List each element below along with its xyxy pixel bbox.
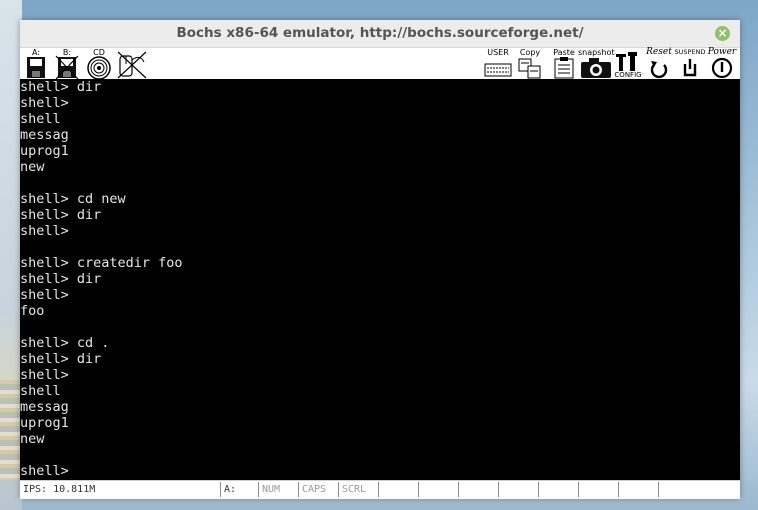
- terminal-line: new: [20, 431, 45, 447]
- toolbar: A: B: CD USER Copy Paste snapshot CONFIG…: [20, 48, 740, 80]
- suspend-button[interactable]: SUSPEND: [674, 48, 706, 80]
- terminal-line: messag: [20, 127, 69, 143]
- snapshot-button[interactable]: snapshot: [578, 48, 615, 80]
- config-button[interactable]: CONFIG: [614, 48, 642, 80]
- user-button[interactable]: USER: [482, 48, 514, 80]
- terminal-line: shell> createdir foo: [20, 255, 183, 271]
- terminal-line: uprog1: [20, 415, 69, 431]
- status-slot: [618, 482, 658, 497]
- terminal-line: foo: [20, 303, 45, 319]
- terminal-line: shell>: [20, 287, 69, 303]
- terminal-line: shell> dir: [20, 79, 102, 95]
- mouse-icon: [117, 51, 147, 79]
- num-lock-indicator: NUM: [258, 482, 298, 497]
- terminal-line: shell: [20, 383, 61, 399]
- ips-indicator: IPS: 10.811M: [23, 484, 96, 495]
- terminal-line: messag: [20, 399, 69, 415]
- cdrom-icon: [87, 56, 111, 80]
- terminal-line: shell> cd new: [20, 191, 126, 207]
- terminal-line: shell: [20, 111, 61, 127]
- floppy-a-button[interactable]: A:: [24, 48, 48, 80]
- terminal-line: new: [20, 159, 45, 175]
- status-bar: IPS: 10.811M A: NUM CAPS SCRL: [20, 480, 740, 499]
- terminal-line: shell> dir: [20, 351, 102, 367]
- terminal-line: shell>: [20, 223, 69, 239]
- status-slot: [378, 482, 418, 497]
- drive-indicator: A:: [220, 482, 258, 497]
- status-slot: [578, 482, 618, 497]
- reset-icon: [650, 61, 668, 79]
- suspend-icon: [683, 59, 697, 77]
- terminal-output: shell> dir shell> shell messag uprog1 new shel…: [20, 79, 740, 479]
- terminal-line: shell>: [20, 463, 69, 479]
- floppy-a-icon: [27, 57, 45, 78]
- terminal-line: shell> dir: [20, 271, 102, 287]
- terminal-line: uprog1: [20, 143, 69, 159]
- desktop-glitch-strip: [0, 380, 20, 480]
- cdrom-button[interactable]: CD: [86, 48, 112, 80]
- paste-icon: [554, 57, 574, 79]
- terminal-line: shell>: [20, 95, 69, 111]
- camera-icon: [581, 58, 611, 78]
- terminal-line: shell> dir: [20, 207, 102, 223]
- close-button[interactable]: ×: [715, 26, 730, 41]
- status-slot: [458, 482, 498, 497]
- paste-button[interactable]: Paste: [550, 48, 578, 80]
- status-slot: [418, 482, 458, 497]
- reset-button[interactable]: Reset: [644, 48, 674, 80]
- bochs-window: Bochs x86-64 emulator, http://bochs.sour…: [20, 20, 740, 499]
- status-slot: [538, 482, 578, 497]
- power-icon: [711, 57, 733, 79]
- mouse-capture-button[interactable]: [116, 48, 148, 80]
- emulator-screen[interactable]: shell> dir shell> shell messag uprog1 new shel…: [20, 79, 740, 480]
- floppy-b-button[interactable]: B:: [54, 48, 80, 80]
- status-slot: [658, 482, 740, 497]
- terminal-line: shell> cd .: [20, 335, 110, 351]
- config-label: CONFIG: [614, 71, 642, 79]
- power-button[interactable]: Power: [706, 48, 738, 80]
- terminal-line: shell>: [20, 367, 69, 383]
- status-slot: [498, 482, 538, 497]
- caps-lock-indicator: CAPS: [298, 482, 338, 497]
- keyboard-icon: [484, 63, 512, 77]
- floppy-b-icon: [55, 55, 79, 80]
- copy-button[interactable]: Copy: [516, 48, 544, 80]
- title-bar[interactable]: Bochs x86-64 emulator, http://bochs.sour…: [20, 20, 740, 48]
- scroll-lock-indicator: SCRL: [338, 482, 378, 497]
- copy-icon: [518, 58, 541, 79]
- window-title: Bochs x86-64 emulator, http://bochs.sour…: [176, 25, 584, 41]
